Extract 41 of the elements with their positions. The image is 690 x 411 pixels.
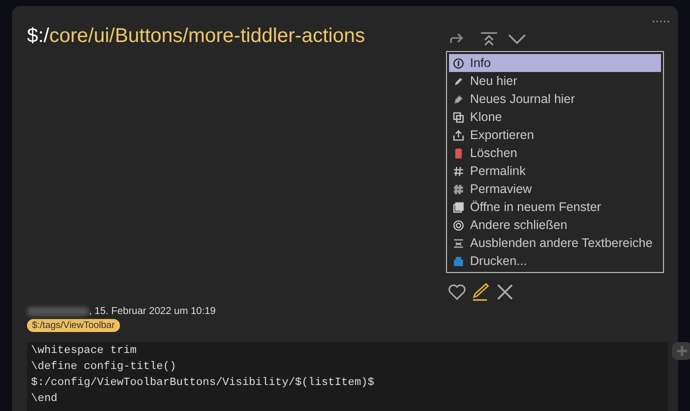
menu-item[interactable]: Klone	[449, 108, 661, 126]
plus-button[interactable]	[672, 342, 690, 360]
heart-icon[interactable]	[448, 284, 466, 300]
chevron-down-icon[interactable]	[508, 34, 526, 44]
menu-item[interactable]: Ausblenden andere Textbereiche	[449, 234, 661, 252]
plus-icon	[676, 345, 688, 357]
menu-item[interactable]: Löschen	[449, 144, 661, 162]
menu-item[interactable]: Permaview	[449, 180, 661, 198]
pen-icon	[453, 76, 464, 86]
code-line: $:/config/ViewToolbarButtons/Visibility/$(listItem)$	[31, 376, 376, 391]
menu-item[interactable]: Neu hier	[449, 72, 661, 90]
copy-icon	[453, 112, 464, 122]
arrow-right-icon[interactable]	[450, 33, 464, 45]
menu-item[interactable]: Öffne in neuem Fenster	[449, 198, 661, 216]
window-icon	[453, 202, 464, 212]
code-line: \whitespace trim	[31, 344, 138, 359]
menu-item[interactable]: Info	[449, 54, 661, 72]
upload-icon	[453, 130, 464, 140]
drag-handle-icon[interactable]	[652, 20, 670, 23]
menu-item[interactable]: Neues Journal hier	[449, 90, 661, 108]
trash-icon	[453, 148, 464, 158]
pencil-icon[interactable]	[472, 283, 490, 301]
hash-icon	[453, 166, 464, 176]
printer-icon	[453, 256, 464, 266]
hash-icon	[453, 184, 464, 194]
menu-item[interactable]: Andere schließen	[449, 216, 661, 234]
target-icon	[453, 220, 464, 230]
code-line: \define config-title()	[31, 360, 178, 375]
menu-item[interactable]: Drucken...	[449, 252, 661, 270]
pen-icon	[453, 94, 464, 104]
menu-item[interactable]: Exportieren	[449, 126, 661, 144]
tiddler-title: $:/core/ui/Buttons/more-tiddler-actions	[27, 25, 365, 48]
blurred-author-name	[27, 307, 89, 316]
code-line: \end	[31, 392, 58, 407]
fold-icon[interactable]	[480, 32, 498, 46]
fold-icon	[453, 238, 464, 248]
tag-pill[interactable]: $:/tags/ViewToolbar	[27, 319, 120, 332]
modified-date: , 15. Februar 2022 um 10:19	[89, 306, 216, 317]
menu-item[interactable]: Permalink	[449, 162, 661, 180]
close-icon[interactable]	[496, 283, 514, 301]
info-icon	[453, 58, 464, 68]
